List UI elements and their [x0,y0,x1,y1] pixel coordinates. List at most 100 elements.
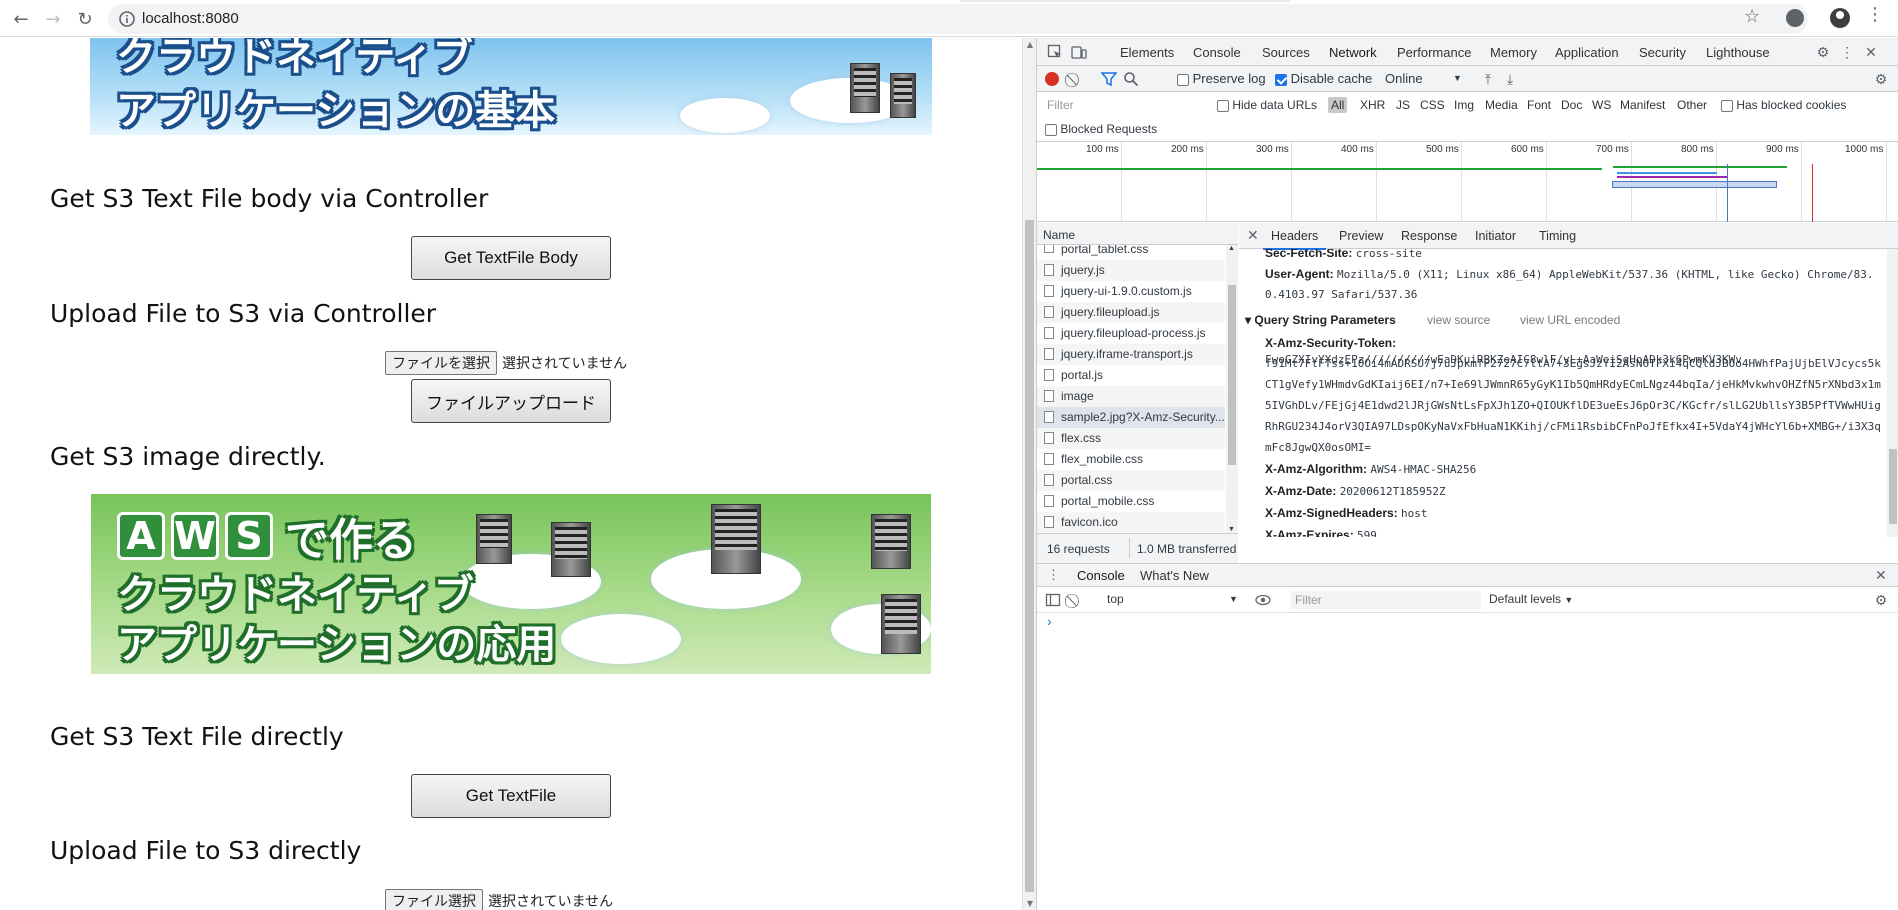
filter-type-other[interactable]: Other [1674,97,1710,113]
tab-response[interactable]: Response [1401,229,1457,243]
network-filter-input[interactable]: Filter [1043,96,1203,114]
request-row[interactable]: jquery.iframe-transport.js [1037,344,1225,365]
scroll-thumb[interactable] [1889,449,1897,524]
record-icon[interactable] [1045,72,1059,86]
clear-icon[interactable]: ⃠ [1067,71,1083,87]
request-row[interactable]: portal.js [1037,365,1225,386]
drawer-tab-console[interactable]: Console [1071,568,1131,591]
blocked-requests-toggle[interactable]: Blocked Requests [1045,122,1157,136]
close-devtools-icon[interactable]: ✕ [1863,44,1879,60]
filter-type-all[interactable]: All [1328,97,1348,113]
preserve-log-toggle[interactable]: Preserve log [1177,71,1266,86]
export-har-icon[interactable]: ⤓ [1502,71,1518,87]
bookmark-star-icon[interactable]: ☆ [1744,6,1760,27]
filter-type-img[interactable]: Img [1451,97,1477,113]
context-select[interactable]: top ▼ [1107,592,1238,606]
console-output[interactable]: › [1037,613,1898,910]
disable-cache-toggle[interactable]: Disable cache [1275,71,1372,86]
tab-timing[interactable]: Timing [1539,229,1576,243]
view-source-link[interactable]: view source [1427,313,1490,327]
throttling-select[interactable]: Online ▼ [1385,71,1465,86]
eye-icon[interactable] [1255,592,1271,608]
request-row[interactable]: sample2.jpg?X-Amz-Security... [1037,407,1225,428]
filter-type-media[interactable]: Media [1482,97,1521,113]
tab-memory[interactable]: Memory [1490,45,1537,60]
close-details-icon[interactable]: ✕ [1247,227,1259,244]
scroll-thumb[interactable] [1025,220,1034,892]
blocked-requests-checkbox[interactable] [1045,123,1057,136]
log-levels-select[interactable]: Default levels ▼ [1489,592,1573,606]
more-options-icon[interactable]: ⋮ [1839,44,1855,60]
console-filter-input[interactable]: Filter [1291,591,1481,609]
tab-network[interactable]: Network [1323,45,1383,68]
tab-performance[interactable]: Performance [1397,45,1471,60]
request-row[interactable]: portal_mobile.css [1037,491,1225,512]
scroll-down-arrow-icon[interactable]: ▼ [1025,899,1035,908]
page-scrollbar[interactable]: ▲ ▼ [1022,38,1036,910]
settings-gear-icon[interactable]: ⚙ [1815,44,1831,60]
filter-type-xhr[interactable]: XHR [1357,97,1388,113]
hide-data-urls-checkbox[interactable] [1217,99,1229,112]
get-textfile-body-button[interactable]: Get TextFile Body [411,236,611,280]
filter-type-manifest[interactable]: Manifest [1617,97,1668,113]
network-overview-timeline[interactable]: 100 ms 200 ms 300 ms 400 ms 500 ms 600 m… [1037,142,1898,222]
request-row[interactable]: jquery.fileupload-process.js [1037,323,1225,344]
filter-type-js[interactable]: JS [1393,97,1413,113]
device-toolbar-icon[interactable] [1071,44,1087,60]
network-settings-gear-icon[interactable]: ⚙ [1873,71,1889,87]
tab-application[interactable]: Application [1555,45,1619,60]
extension-icon[interactable] [1786,9,1804,27]
view-url-encoded-link[interactable]: view URL encoded [1520,313,1620,327]
tab-sources[interactable]: Sources [1262,45,1310,60]
tab-console[interactable]: Console [1193,45,1241,60]
tab-security[interactable]: Security [1639,45,1686,60]
scroll-down-arrow-icon[interactable]: ▼ [1228,526,1235,533]
tab-lighthouse[interactable]: Lighthouse [1706,45,1770,60]
query-string-section-title[interactable]: ▾ Query String Parameters [1245,313,1396,327]
name-column-header[interactable]: Name [1037,223,1238,245]
address-bar[interactable]: localhost:8080 [108,4,1808,34]
sidebar-toggle-icon[interactable] [1045,592,1061,608]
filter-type-font[interactable]: Font [1524,97,1554,113]
close-drawer-icon[interactable]: ✕ [1875,567,1887,584]
tab-initiator[interactable]: Initiator [1475,229,1516,243]
has-blocked-cookies-toggle[interactable]: Has blocked cookies [1721,98,1846,112]
hide-data-urls-toggle[interactable]: Hide data URLs [1217,98,1317,112]
browser-menu-icon[interactable]: ⋮ [1866,6,1884,24]
request-row[interactable]: jquery.js [1037,260,1225,281]
search-icon[interactable] [1123,71,1139,87]
request-list-scrollbar[interactable]: ▲ ▼ [1226,245,1238,533]
filter-type-css[interactable]: CSS [1417,97,1448,113]
filter-icon[interactable] [1101,71,1117,87]
request-row[interactable]: flex_mobile.css [1037,449,1225,470]
choose-file-button[interactable]: ファイルを選択 [385,351,497,375]
reload-button[interactable]: ↻ [72,6,98,32]
request-row[interactable]: image [1037,386,1225,407]
has-blocked-cookies-checkbox[interactable] [1721,99,1733,112]
url-text[interactable]: localhost:8080 [142,10,239,27]
request-row[interactable]: portal_tablet.css [1037,245,1225,257]
console-prompt[interactable]: › [1047,613,1052,629]
file-upload-button[interactable]: ファイルアップロード [411,379,611,423]
preserve-log-checkbox[interactable] [1177,73,1189,86]
drawer-menu-icon[interactable]: ⋮ [1047,567,1060,583]
filter-type-ws[interactable]: WS [1589,97,1614,113]
choose-file-button[interactable]: ファイル選択 [385,889,483,910]
scroll-up-arrow-icon[interactable]: ▲ [1025,40,1035,49]
tab-elements[interactable]: Elements [1120,45,1174,60]
request-row[interactable]: flex.css [1037,428,1225,449]
request-row[interactable]: jquery-ui-1.9.0.custom.js [1037,281,1225,302]
scroll-up-arrow-icon[interactable]: ▲ [1228,245,1235,252]
tab-preview[interactable]: Preview [1339,229,1383,243]
filter-type-doc[interactable]: Doc [1558,97,1585,113]
import-har-icon[interactable]: ⤒ [1480,71,1496,87]
scroll-thumb[interactable] [1228,285,1236,465]
back-button[interactable]: ← [8,6,34,32]
account-avatar-icon[interactable] [1830,8,1850,28]
request-row[interactable]: jquery.fileupload.js [1037,302,1225,323]
tab-headers[interactable]: Headers [1262,229,1327,250]
request-row[interactable]: portal.css [1037,470,1225,491]
clear-console-icon[interactable]: ⃠ [1067,592,1083,608]
console-settings-gear-icon[interactable]: ⚙ [1873,592,1889,608]
drawer-tab-whats-new[interactable]: What's New [1140,568,1209,583]
